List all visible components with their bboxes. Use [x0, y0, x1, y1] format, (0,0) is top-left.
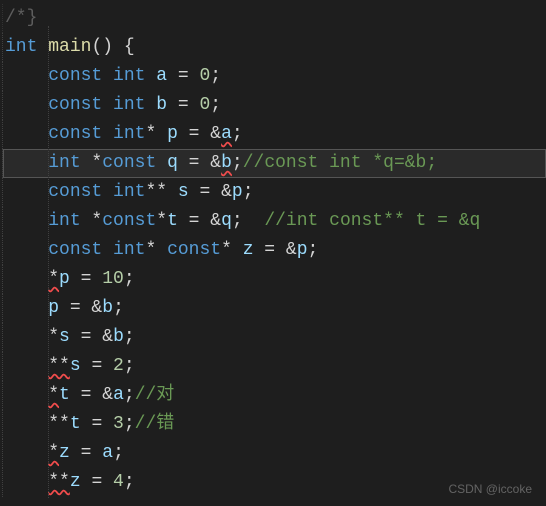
code-line: const int* const* z = &p; — [2, 236, 546, 265]
code-line: *z = a; — [2, 439, 546, 468]
code-line: const int** s = &p; — [2, 178, 546, 207]
error-squiggle: ** — [48, 472, 70, 492]
code-line-active: int *const q = &b;//const int *q=&b; — [2, 149, 546, 178]
indent-guide — [48, 26, 49, 498]
watermark: CSDN @iccoke — [448, 482, 532, 496]
code-line: *p = 10; — [2, 265, 546, 294]
error-squiggle: b — [221, 153, 232, 173]
error-squiggle: * — [48, 385, 59, 405]
code-line: **t = 3;//错 — [2, 410, 546, 439]
code-line-frag: /*} — [2, 4, 546, 33]
error-squiggle: * — [48, 269, 59, 289]
code-line: int *const*t = &q; //int const** t = &q — [2, 207, 546, 236]
error-squiggle: a — [221, 124, 232, 144]
error-squiggle: ** — [48, 356, 70, 376]
code-line: p = &b; — [2, 294, 546, 323]
code-editor[interactable]: /*} int main() { const int a = 0; const … — [0, 0, 546, 497]
code-line: const int* p = &a; — [2, 120, 546, 149]
code-line: const int a = 0; — [2, 62, 546, 91]
error-squiggle: * — [48, 443, 59, 463]
code-line: *s = &b; — [2, 323, 546, 352]
code-line: **s = 2; — [2, 352, 546, 381]
code-line: const int b = 0; — [2, 91, 546, 120]
code-line: *t = &a;//对 — [2, 381, 546, 410]
code-line: int main() { — [2, 33, 546, 62]
